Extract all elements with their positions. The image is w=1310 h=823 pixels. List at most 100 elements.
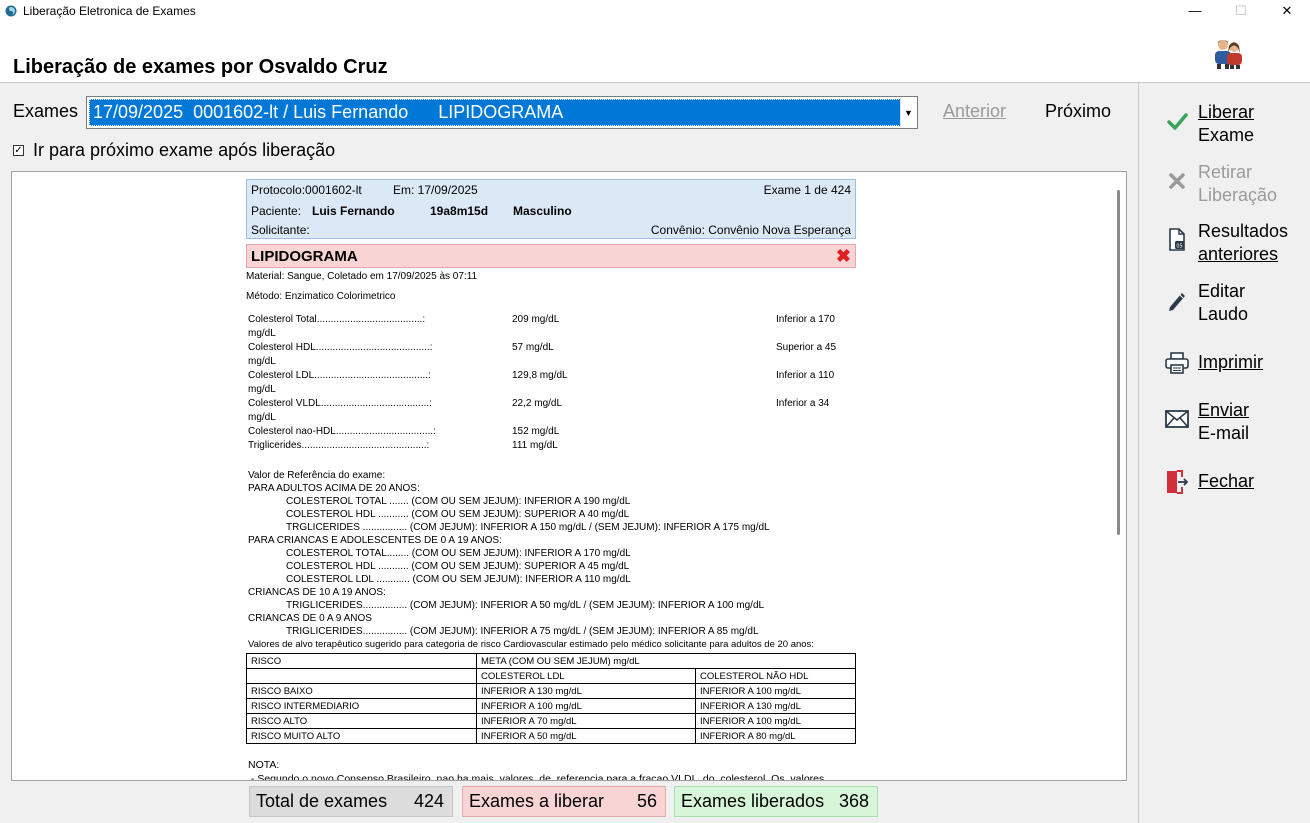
paciente-nome: Luis Fernando	[312, 204, 395, 218]
result-item: Colesterol Total........................…	[246, 314, 856, 342]
exames-liberados-counter: Exames liberados 368	[674, 786, 878, 817]
result-ref: Inferior a 170	[776, 314, 835, 325]
result-unit: mg/dL	[248, 356, 276, 367]
users-icon	[1215, 40, 1242, 69]
result-name: Colesterol Total........................…	[248, 314, 426, 325]
close-window-button[interactable]: ✕	[1264, 0, 1310, 21]
risk-cell: INFERIOR A 80 mg/dL	[695, 728, 856, 744]
data-emissao: Em: 17/09/2025	[393, 183, 478, 197]
remove-exam-icon[interactable]: ✖	[836, 246, 851, 267]
liberar-exame-button[interactable]: Liberar Exame	[1165, 101, 1254, 147]
exames-liberados-label: Exames liberados	[681, 791, 825, 811]
report-document: Protocolo:0001602-lt Em: 17/09/2025 Exam…	[246, 179, 856, 781]
material: Material: Sangue, Coletado em 17/09/2025…	[246, 271, 478, 282]
risk-header-empty	[246, 668, 477, 684]
risk-cell: RISCO BAIXO	[246, 683, 477, 699]
minimize-button[interactable]: —	[1172, 0, 1218, 21]
table-row: RISCO ALTO INFERIOR A 70 mg/dL INFERIOR …	[246, 713, 856, 729]
results-list: Colesterol Total........................…	[246, 314, 856, 454]
risk-cell: INFERIOR A 100 mg/dL	[695, 713, 856, 729]
title-bar: Liberação Eletronica de Exames — ☐ ✕	[0, 0, 1310, 21]
editar-laudo-button[interactable]: Editar Laudo	[1165, 280, 1248, 326]
risk-cell: RISCO MUITO ALTO	[246, 728, 477, 744]
exames-label: Exames	[13, 101, 79, 121]
fechar-button[interactable]: Fechar	[1165, 470, 1254, 494]
risk-cell: INFERIOR A 100 mg/dL	[695, 683, 856, 699]
imprimir-button[interactable]: Imprimir	[1165, 351, 1263, 375]
check-icon	[1165, 109, 1189, 133]
header: Liberação de exames por Osvaldo Cruz	[0, 21, 1310, 83]
result-item: Triglicerides...........................…	[246, 440, 856, 454]
paciente-label: Paciente:	[251, 204, 302, 218]
risk-cell: RISCO INTERMEDIARIO	[246, 698, 477, 714]
ref-line: COLESTEROL LDL ............ (COM OU SEM …	[286, 574, 631, 585]
result-value: 57 mg/dL	[512, 342, 554, 353]
result-item: Colesterol LDL..........................…	[246, 370, 856, 398]
report-viewer[interactable]: Protocolo:0001602-lt Em: 17/09/2025 Exam…	[11, 171, 1127, 781]
auto-next-checkbox-row[interactable]: ✓ Ir para próximo exame após liberação	[13, 140, 335, 161]
enviar-label-1: Enviar	[1198, 400, 1250, 420]
risk-cell: INFERIOR A 100 mg/dL	[476, 698, 696, 714]
window-title: Liberação Eletronica de Exames	[23, 3, 196, 18]
protocolo: Protocolo:0001602-lt	[251, 183, 362, 197]
nota-title: NOTA:	[248, 759, 280, 771]
nota-text: - Segundo o novo Consenso Brasileiro, na…	[248, 773, 825, 781]
ref-line: PARA CRIANCAS E ADOLESCENTES DE 0 A 19 A…	[248, 535, 502, 546]
exames-a-liberar-counter: Exames a liberar 56	[462, 786, 666, 817]
resultados-label-1: Resultados	[1198, 221, 1289, 241]
proximo-button[interactable]: Próximo	[1045, 101, 1111, 122]
result-value: 129,8 mg/dL	[512, 370, 568, 381]
imprimir-label: Imprimir	[1198, 352, 1263, 372]
editar-label-2: Laudo	[1198, 304, 1249, 324]
retirar-liberacao-button[interactable]: Retirar Liberação	[1165, 161, 1277, 207]
chevron-down-icon[interactable]: ▼	[900, 98, 916, 127]
result-unit: mg/dL	[248, 384, 276, 395]
metodo: Método: Enzimatico Colorimetrico	[246, 291, 396, 302]
anterior-button[interactable]: Anterior	[943, 101, 1006, 122]
paciente-sexo: Masculino	[513, 204, 572, 218]
mail-icon	[1165, 407, 1189, 431]
exames-liberados-value: 368	[838, 791, 869, 811]
page-title: Liberação de exames por Osvaldo Cruz	[13, 56, 388, 78]
result-item: Colesterol HDL..........................…	[246, 342, 856, 370]
ref-line: TRIGLICERIDES................ (COM JEJUM…	[286, 626, 759, 637]
enviar-email-button[interactable]: Enviar E-mail	[1165, 399, 1249, 445]
maximize-button[interactable]: ☐	[1218, 0, 1264, 21]
risk-header-risco: RISCO	[246, 653, 477, 669]
risk-table: RISCO META (COM OU SEM JEJUM) mg/dL COLE…	[246, 653, 856, 744]
result-ref: Inferior a 110	[776, 370, 835, 381]
svg-text:05: 05	[1176, 244, 1182, 250]
exam-select-value: 17/09/2025 0001602-lt / Luis Fernando LI…	[89, 99, 915, 126]
resultados-anteriores-button[interactable]: 05 Resultados anteriores	[1165, 220, 1288, 266]
ref-line: PARA ADULTOS ACIMA DE 20 ANOS:	[248, 483, 420, 494]
risk-cell: INFERIOR A 130 mg/dL	[476, 683, 696, 699]
risk-header-naohdl: COLESTEROL NÃO HDL	[695, 668, 856, 684]
auto-next-label: Ir para próximo exame após liberação	[33, 140, 336, 160]
ref-line: COLESTEROL TOTAL ....... (COM OU SEM JEJ…	[286, 496, 631, 507]
enviar-label-2: E-mail	[1198, 423, 1250, 443]
result-value: 22,2 mg/dL	[512, 398, 563, 409]
retirar-label-1: Retirar	[1198, 162, 1253, 182]
table-row: RISCO INTERMEDIARIO INFERIOR A 100 mg/dL…	[246, 698, 856, 714]
app-icon	[5, 5, 17, 16]
ref-line: Valores de alvo terapêutico sugerido par…	[248, 639, 814, 650]
report-scrollbar[interactable]	[1117, 190, 1120, 535]
risk-header-meta: META (COM OU SEM JEJUM) mg/dL	[476, 653, 856, 669]
paciente-idade: 19a8m15d	[430, 204, 489, 218]
result-value: 209 mg/dL	[512, 314, 560, 325]
ref-line: CRIANCAS DE 10 A 19 ANOS:	[248, 587, 386, 598]
exames-a-liberar-label: Exames a liberar	[469, 791, 605, 811]
liberar-label-2: Exame	[1198, 125, 1255, 145]
anterior-label: Anterior	[943, 101, 1007, 121]
convenio: Convênio: Convênio Nova Esperança	[650, 223, 851, 237]
auto-next-checkbox[interactable]: ✓	[13, 145, 24, 156]
risk-cell: INFERIOR A 70 mg/dL	[476, 713, 696, 729]
result-unit: mg/dL	[248, 412, 276, 423]
total-exames-value: 424	[413, 791, 444, 811]
reference-values: Valor de Referência do exame: PARA ADULT…	[246, 469, 856, 651]
exam-select[interactable]: 17/09/2025 0001602-lt / Luis Fernando LI…	[86, 96, 918, 129]
retirar-label-2: Liberação	[1198, 185, 1278, 205]
exam-title-bar: LIPIDOGRAMA ✖	[246, 244, 856, 268]
exit-door-icon	[1165, 470, 1189, 494]
total-exames-label: Total de exames	[256, 791, 388, 811]
